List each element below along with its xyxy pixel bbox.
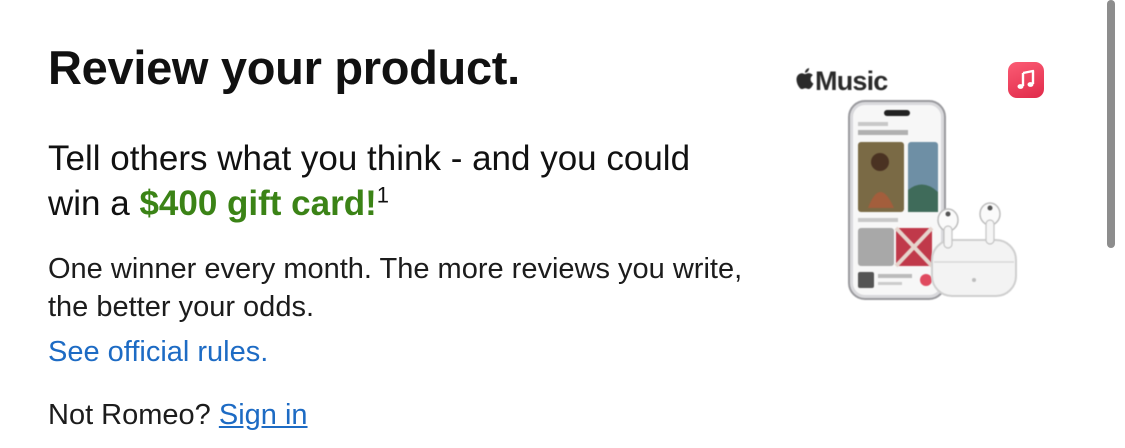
- sign-in-link[interactable]: Sign in: [219, 399, 308, 431]
- signin-prompt-row: Not Romeo? Sign in: [48, 396, 308, 434]
- page-title: Review your product.: [48, 41, 520, 94]
- apple-music-logo: Music: [796, 66, 888, 97]
- contest-details: One winner every month. The more reviews…: [48, 253, 743, 323]
- official-rules-link[interactable]: See official rules.: [48, 333, 268, 371]
- apple-logo-icon: [796, 68, 814, 95]
- review-promo-page: Review your product. Tell others what yo…: [0, 0, 1125, 448]
- footnote-marker: 1: [376, 182, 389, 208]
- not-user-text: Not Romeo?: [48, 399, 219, 431]
- promo-text: Tell others what you think - and you cou…: [48, 136, 748, 226]
- airpods-pro-icon: [928, 200, 1018, 300]
- music-app-icon: [1008, 62, 1044, 98]
- scrollbar[interactable]: [1107, 0, 1115, 248]
- music-brand-text: Music: [815, 66, 888, 96]
- product-image: Music: [790, 42, 1080, 312]
- gift-card-highlight: $400 gift card!: [139, 184, 377, 223]
